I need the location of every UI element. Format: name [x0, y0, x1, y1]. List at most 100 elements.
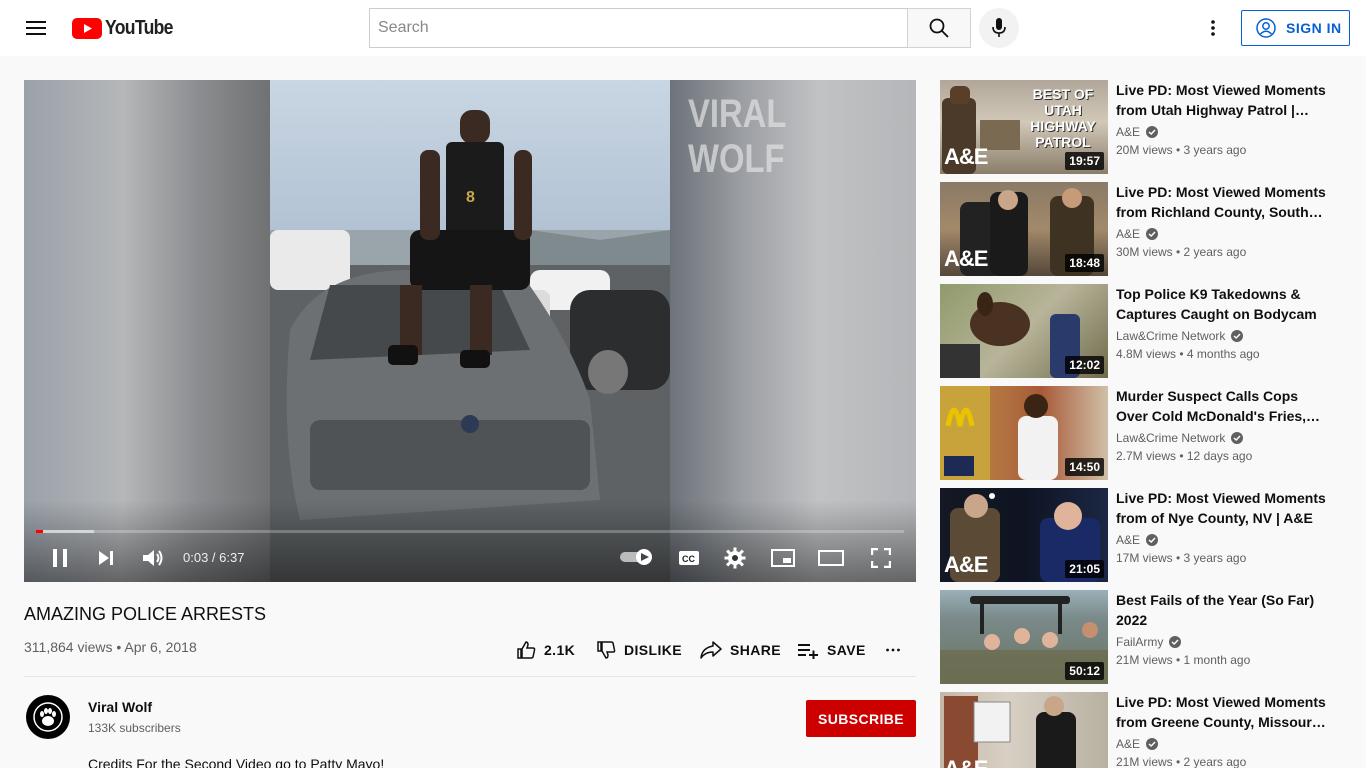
- dislike-button[interactable]: DISLIKE: [596, 640, 682, 660]
- pause-button[interactable]: [46, 543, 74, 573]
- video-thumbnail[interactable]: A&E: [940, 692, 1108, 768]
- channel-label: A&E: [1116, 737, 1141, 751]
- recommendation-item[interactable]: A&E 18:48 Live PD: Most Viewed Moments f…: [940, 182, 1350, 276]
- channel-label: A&E: [1116, 227, 1141, 241]
- video-thumbnail[interactable]: 50:12: [940, 590, 1108, 684]
- recommendation-title[interactable]: Live PD: Most Viewed Moments from Greene…: [1116, 692, 1326, 732]
- settings-button[interactable]: [722, 543, 748, 573]
- progress-bar[interactable]: [36, 530, 904, 533]
- recommendation-meta: 2.7M views • 12 days ago: [1116, 449, 1253, 463]
- recommendation-item[interactable]: 14:50 Murder Suspect Calls Cops Over Col…: [940, 386, 1350, 480]
- theater-mode-button[interactable]: [816, 543, 846, 573]
- svg-text:CC: CC: [682, 554, 695, 564]
- recommendation-title[interactable]: Live PD: Most Viewed Moments from of Nye…: [1116, 488, 1326, 528]
- mic-icon: [992, 18, 1006, 37]
- youtube-logo[interactable]: YouTube: [72, 17, 182, 39]
- volume-icon: [143, 550, 163, 566]
- recommendation-meta: 4.8M views • 4 months ago: [1116, 347, 1260, 361]
- account-icon: [1256, 18, 1276, 38]
- menu-button[interactable]: [16, 8, 56, 48]
- ae-logo: A&E: [944, 756, 988, 768]
- channel-label: Law&Crime Network: [1116, 329, 1226, 343]
- recommendation-title[interactable]: Top Police K9 Takedowns & Captures Caugh…: [1116, 284, 1326, 324]
- recommendation-meta: 20M views • 3 years ago: [1116, 143, 1247, 157]
- recommendation-item[interactable]: A&E 21:05 Live PD: Most Viewed Moments f…: [940, 488, 1350, 582]
- settings-more-button[interactable]: [1196, 12, 1230, 44]
- save-button[interactable]: SAVE: [797, 640, 866, 660]
- recommendation-meta: 30M views • 2 years ago: [1116, 245, 1247, 259]
- recommendation-channel[interactable]: Law&Crime Network: [1116, 431, 1244, 445]
- recommendation-channel[interactable]: FailArmy: [1116, 635, 1182, 649]
- recommendation-title[interactable]: Murder Suspect Calls Cops Over Cold McDo…: [1116, 386, 1326, 426]
- recommendation-channel[interactable]: Law&Crime Network: [1116, 329, 1244, 343]
- video-thumbnail[interactable]: A&E 21:05: [940, 488, 1108, 582]
- like-button[interactable]: 2.1K: [516, 640, 575, 660]
- recommendation-title[interactable]: Live PD: Most Viewed Moments from Utah H…: [1116, 80, 1326, 120]
- recommendation-item[interactable]: A&E Live PD: Most Viewed Moments from Gr…: [940, 692, 1350, 768]
- recommendation-channel[interactable]: A&E: [1116, 125, 1159, 139]
- ae-logo: A&E: [944, 144, 988, 169]
- verified-icon: [1169, 636, 1182, 648]
- recommendation-channel[interactable]: A&E: [1116, 737, 1159, 751]
- video-thumbnail[interactable]: BEST OF UTAH HIGHWAY PATROL A&E 19:57: [940, 80, 1108, 174]
- verified-icon: [1146, 738, 1159, 750]
- verified-icon: [1146, 534, 1159, 546]
- fullscreen-button[interactable]: [866, 543, 896, 573]
- save-label: SAVE: [827, 642, 866, 658]
- video-title: AMAZING POLICE ARRESTS: [24, 604, 267, 624]
- miniplayer-button[interactable]: [768, 543, 798, 573]
- recommendation-channel[interactable]: A&E: [1116, 533, 1159, 547]
- search-icon: [929, 18, 949, 38]
- video-duration: 21:05: [1065, 560, 1104, 578]
- autoplay-toggle[interactable]: [620, 548, 654, 566]
- channel-name[interactable]: Viral Wolf: [88, 699, 152, 715]
- video-duration: 19:57: [1065, 152, 1104, 170]
- recommendation-title[interactable]: Live PD: Most Viewed Moments from Richla…: [1116, 182, 1326, 222]
- channel-label: A&E: [1116, 533, 1141, 547]
- channel-avatar[interactable]: [26, 695, 70, 739]
- time-display: 0:03 / 6:37: [183, 550, 245, 565]
- recommendation-channel[interactable]: A&E: [1116, 227, 1159, 241]
- progress-played: [36, 530, 43, 533]
- video-player[interactable]: 8 VIRAL WOLF 0:03 / 6:37 CC: [24, 80, 916, 582]
- recommendation-meta: 17M views • 3 years ago: [1116, 551, 1247, 565]
- youtube-logo-icon: [72, 17, 102, 39]
- menu-icon: [26, 21, 46, 35]
- search-button[interactable]: [907, 8, 971, 48]
- sign-in-button[interactable]: SIGN IN: [1241, 10, 1350, 46]
- share-label: SHARE: [730, 642, 782, 658]
- search-box[interactable]: [369, 8, 908, 48]
- channel-label: A&E: [1116, 125, 1141, 139]
- recommendation-title[interactable]: Best Fails of the Year (So Far) 2022: [1116, 590, 1326, 630]
- subscriber-count: 133K subscribers: [88, 721, 181, 735]
- channel-label: FailArmy: [1116, 635, 1164, 649]
- video-thumbnail[interactable]: A&E 18:48: [940, 182, 1108, 276]
- video-duration: 14:50: [1065, 458, 1104, 476]
- paw-print-icon: [33, 702, 63, 732]
- video-thumbnail[interactable]: 14:50: [940, 386, 1108, 480]
- search-input[interactable]: [378, 19, 899, 37]
- more-actions-button[interactable]: [886, 640, 908, 660]
- channel-watermark: VIRAL WOLF: [688, 92, 786, 181]
- like-count: 2.1K: [544, 642, 576, 658]
- voice-search-button[interactable]: [979, 8, 1019, 48]
- share-button[interactable]: SHARE: [700, 640, 781, 660]
- captions-icon: CC: [679, 551, 699, 565]
- video-views-date: 311,864 views • Apr 6, 2018: [24, 639, 197, 655]
- recommendation-item[interactable]: BEST OF UTAH HIGHWAY PATROL A&E 19:57 Li…: [940, 80, 1350, 174]
- recommendation-item[interactable]: 50:12 Best Fails of the Year (So Far) 20…: [940, 590, 1350, 684]
- verified-icon: [1146, 126, 1159, 138]
- next-button[interactable]: [92, 543, 120, 573]
- svg-text:8: 8: [466, 189, 475, 206]
- dislike-label: DISLIKE: [624, 642, 683, 658]
- logo-text: YouTube: [105, 16, 173, 39]
- sign-in-label: SIGN IN: [1286, 20, 1342, 36]
- miniplayer-icon: [771, 549, 795, 567]
- subscribe-button[interactable]: SUBSCRIBE: [806, 700, 916, 737]
- progress-buffered: [36, 530, 95, 533]
- recommendation-item[interactable]: 12:02 Top Police K9 Takedowns & Captures…: [940, 284, 1350, 378]
- masthead: YouTube SIGN IN: [0, 0, 1366, 56]
- video-thumbnail[interactable]: 12:02: [940, 284, 1108, 378]
- captions-button[interactable]: CC: [676, 543, 702, 573]
- mute-button[interactable]: [138, 543, 168, 573]
